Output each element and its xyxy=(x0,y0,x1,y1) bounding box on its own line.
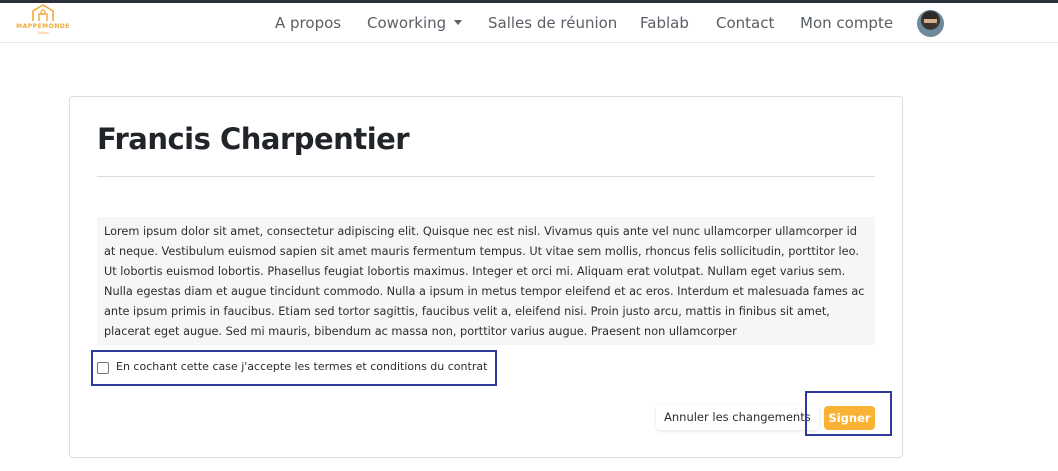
user-avatar[interactable] xyxy=(917,10,944,37)
consent-checkbox[interactable] xyxy=(97,362,109,374)
nav-item-salles[interactable]: Salles de réunion xyxy=(488,14,617,32)
nav-item-coworking[interactable]: Coworking xyxy=(367,14,463,32)
terms-text: Lorem ipsum dolor sit amet, consectetur … xyxy=(104,225,865,339)
avatar-beard xyxy=(925,23,936,29)
brand-logo[interactable]: MAPPEMONDE Solbio xyxy=(12,4,74,42)
chevron-down-icon xyxy=(454,20,463,25)
terms-box[interactable]: Lorem ipsum dolor sit amet, consectetur … xyxy=(97,217,875,345)
nav-item-label: Coworking xyxy=(367,14,447,32)
nav-item-label: Salles de réunion xyxy=(488,14,618,32)
avatar-hair xyxy=(923,12,938,19)
nav-item-fablab[interactable]: Fablab xyxy=(640,14,689,32)
nav-item-label: A propos xyxy=(275,14,342,32)
nav-item-label: Contact xyxy=(716,14,775,32)
navbar: MAPPEMONDE Solbio A propos Coworking Sal… xyxy=(0,3,1058,43)
brand-name: MAPPEMONDE xyxy=(16,23,70,30)
cancel-changes-button[interactable]: Annuler les changements xyxy=(656,404,819,430)
nav-item-contact[interactable]: Contact xyxy=(716,14,774,32)
page-title: Francis Charpentier xyxy=(97,122,410,156)
brand-subtitle: Solbio xyxy=(37,30,49,35)
nav-item-mon-compte[interactable]: Mon compte xyxy=(800,14,893,32)
nav-item-label: Fablab xyxy=(640,14,689,32)
house-icon xyxy=(32,4,54,21)
title-divider xyxy=(97,176,875,177)
consent-label[interactable]: En cochant cette case j'accepte les term… xyxy=(116,360,487,373)
nav-item-label: Mon compte xyxy=(800,14,894,32)
sign-button[interactable]: Signer xyxy=(824,406,875,430)
nav-item-a-propos[interactable]: A propos xyxy=(275,14,341,32)
